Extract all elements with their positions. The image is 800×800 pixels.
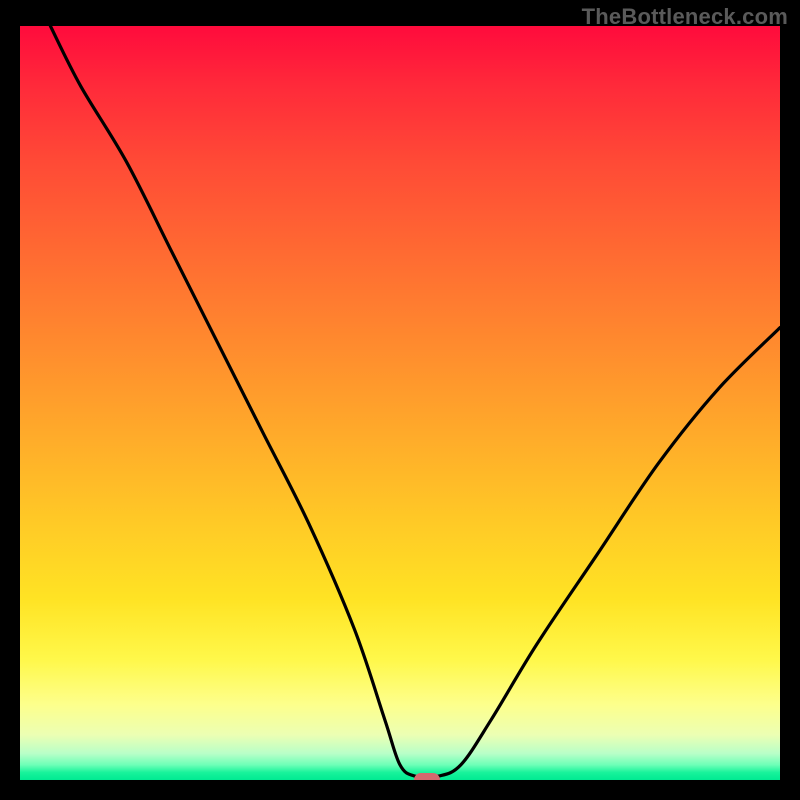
minimum-marker: [414, 773, 440, 780]
chart-frame: TheBottleneck.com: [0, 0, 800, 800]
bottleneck-curve: [20, 26, 780, 780]
curve-path: [50, 26, 780, 778]
plot-area: [20, 26, 780, 780]
watermark-label: TheBottleneck.com: [582, 4, 788, 30]
